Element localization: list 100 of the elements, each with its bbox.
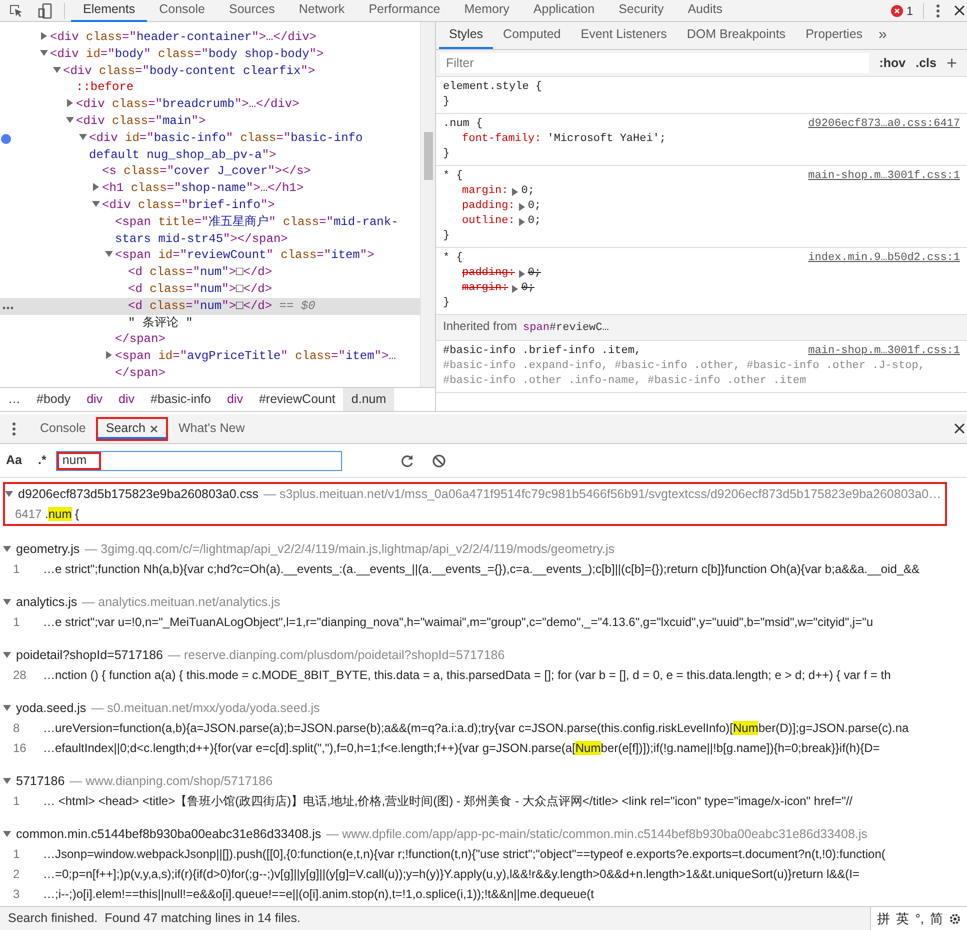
panel-tab[interactable]: Network bbox=[286, 0, 357, 22]
breadcrumb-item[interactable]: #reviewCount bbox=[250, 388, 344, 411]
dom-node[interactable]: <s class="cover J_cover"></s> bbox=[0, 163, 420, 180]
result-line[interactable]: 2 …=0;p=n[f++];)p(v,y,a,s);if(r){if(d>0)for(;g--;)v[g]||y[g]||(y[g]=V.call(u));y=h(y)}Y.apply(u,y),l&&!r&&y.length>0&&d+n.length>1&&t.uniqueSort(u)}return l&&(I= bbox=[3, 864, 886, 884]
breadcrumb-item[interactable]: div bbox=[110, 388, 143, 411]
file-name[interactable]: common.min.c5144bef8b930ba00eabc31e86d33408.js bbox=[16, 824, 322, 844]
expand-arrow-icon[interactable] bbox=[3, 598, 11, 606]
panel-tab[interactable]: Elements bbox=[71, 0, 148, 22]
result-line[interactable]: 8 …ureVersion=function(a,b){a=JSON.parse(a);b=JSON.parse(b);a&&(m=q?a.i:a.d);try{var c=JSON.parse(this.config.riskLevelInfo)[Number(D)];g=JSON.parse(c).na bbox=[3, 718, 909, 738]
css-property-value[interactable]: 'Microsoft YaHei'; bbox=[547, 132, 666, 147]
result-line[interactable]: 28 …nction () { function a(a) { this.mode = c.MODE_8BIT_BYTE, this.data = a, this.parsedData = []; for (var b = [], d = 0, e = this.data.length; e > d; d++) { var f = th bbox=[3, 665, 891, 685]
panel-tab[interactable]: Security bbox=[606, 0, 676, 22]
css-property-name[interactable]: outline: bbox=[462, 214, 515, 229]
dom-node[interactable]: " 条评论 " bbox=[0, 314, 420, 332]
panel-tab[interactable]: Memory bbox=[452, 0, 522, 22]
expand-arrow-icon[interactable] bbox=[40, 48, 48, 57]
source-link[interactable]: index.min.9…b50d2.css:1 bbox=[808, 251, 960, 266]
expand-arrow-icon[interactable] bbox=[3, 651, 11, 659]
breadcrumb-item[interactable]: d.num bbox=[343, 388, 394, 411]
expand-arrow-icon[interactable] bbox=[66, 99, 74, 108]
toggle-button[interactable]: .cls bbox=[916, 54, 936, 72]
dom-node[interactable]: <span id="avgPriceTitle" class="item">… </span> bbox=[0, 348, 420, 382]
file-name[interactable]: poidetail?shopId=5717186 bbox=[16, 646, 164, 664]
scrollbar[interactable] bbox=[420, 22, 435, 388]
expand-arrow-icon[interactable] bbox=[518, 202, 525, 210]
drawer-tab[interactable]: Search bbox=[96, 416, 168, 440]
settings-icon[interactable] bbox=[949, 912, 961, 924]
css-property-value[interactable]: 0; bbox=[521, 281, 534, 296]
dom-node[interactable]: <div class="main"> bbox=[0, 112, 420, 130]
expand-arrow-icon[interactable] bbox=[518, 270, 525, 278]
ime-button[interactable]: 英 bbox=[896, 908, 910, 928]
dom-node[interactable]: <div id="basic-info" class="basic-info default nug_shop_ab_pv-a"> bbox=[0, 130, 420, 164]
breadcrumb-item[interactable]: #basic-info bbox=[142, 388, 219, 411]
refresh-icon[interactable] bbox=[400, 454, 414, 468]
result-line[interactable]: 6417 .num { bbox=[5, 504, 942, 524]
regex-button[interactable]: .* bbox=[38, 451, 46, 470]
sidebar-tab[interactable]: Event Listeners bbox=[570, 22, 677, 49]
dom-node[interactable]: <d class="num">□</d> == $0 bbox=[0, 298, 420, 315]
breadcrumb-item[interactable]: div bbox=[78, 388, 111, 411]
source-link[interactable]: d9206ecf873…a0.css:6417 bbox=[808, 117, 960, 132]
error-counter[interactable]: 1 bbox=[891, 2, 913, 20]
css-property-name[interactable]: margin: bbox=[462, 184, 508, 199]
result-line[interactable]: 3 …;i--;)o[i].elem!==this||null!=e&&o[i].queue!==e||(o[i].anim.stop(n),t=!1,o.splice(i,1));!t&&n||me.dequeue(t bbox=[3, 884, 886, 904]
source-link[interactable]: main-shop.m…3001f.css:1 bbox=[808, 169, 960, 184]
result-line[interactable]: 16 …efaultIndex||0;d<c.length;d++){for(var e=c[d].split(","),f=0,h=1;f<e.length;f++){var g=JSON.parse(a[Number(e[f])]);if(!g.name||!b[g.name]){h=0;break}}if(h){D= bbox=[3, 738, 909, 758]
drawer-tab[interactable]: Console bbox=[30, 416, 96, 440]
expand-arrow-icon[interactable] bbox=[3, 777, 11, 785]
expand-arrow-icon[interactable] bbox=[105, 250, 113, 258]
ime-button[interactable]: 拼 bbox=[877, 908, 890, 928]
panel-tab[interactable]: Application bbox=[521, 0, 607, 22]
file-name[interactable]: 5717186 bbox=[16, 772, 65, 790]
element-link[interactable]: span#reviewC… bbox=[523, 321, 609, 336]
expand-arrow-icon[interactable] bbox=[92, 200, 100, 208]
clear-icon[interactable] bbox=[432, 454, 446, 468]
result-line[interactable]: 1 …e strict";function Nh(a,b){var c;hd?c=Oh(a).__events_:(a.__events_||(a.__events_={}),c=a.__events_);c[b]||(c[b]={});return c[b]}function Oh(a){var b;a&&a.__oid_&& bbox=[3, 559, 920, 579]
sidebar-tab[interactable]: DOM Breakpoints bbox=[676, 22, 796, 49]
match-case-button[interactable]: Aa bbox=[6, 451, 22, 470]
drawer-tab[interactable]: What's New bbox=[168, 416, 255, 440]
breadcrumb-item[interactable]: #body bbox=[28, 388, 79, 411]
device-icon[interactable] bbox=[38, 2, 54, 18]
close-icon[interactable] bbox=[150, 424, 158, 432]
result-line[interactable]: 1 …e strict";var u=!0,n="_MeiTuanALogObject",l=1,r="dianping_nova",h="waimai",m="group",c="demo",_="4.13.6",g="lxcuid",y="uuid",b="msid",w="cityid",j="u bbox=[3, 612, 874, 632]
more-icon[interactable] bbox=[936, 4, 940, 18]
panel-tab[interactable]: Performance bbox=[356, 0, 452, 22]
panel-tab[interactable]: Audits bbox=[676, 0, 734, 22]
expand-arrow-icon[interactable] bbox=[40, 32, 48, 40]
panel-tab[interactable]: Console bbox=[147, 0, 217, 22]
more-icon[interactable] bbox=[2, 306, 14, 310]
breadcrumb-item[interactable]: div bbox=[218, 388, 251, 411]
expand-arrow-icon[interactable] bbox=[66, 116, 74, 124]
expand-arrow-icon[interactable] bbox=[53, 66, 61, 74]
css-property-name[interactable]: padding: bbox=[462, 199, 515, 214]
expand-arrow-icon[interactable] bbox=[79, 132, 87, 141]
dom-node[interactable]: ::before bbox=[0, 79, 420, 96]
sidebar-tab[interactable]: Properties bbox=[796, 22, 873, 49]
expand-arrow-icon[interactable] bbox=[511, 284, 518, 292]
dom-node[interactable]: <div id="body" class="body shop-body"> bbox=[0, 46, 420, 63]
dom-node[interactable]: <div class="body-content clearfix"> bbox=[0, 62, 420, 80]
dom-node[interactable]: <div class="brief-info"> bbox=[0, 196, 420, 214]
result-line[interactable]: 1 … <html> <head> <title>【鲁班小馆(政四街店)】电话,地址,价格,营业时间(图) - 郑州美食 - 大众点评网</title> <link rel="icon" type="image/x-icon" href="// bbox=[3, 791, 853, 811]
css-property-name[interactable]: padding: bbox=[462, 266, 515, 281]
search-field[interactable]: num bbox=[56, 450, 342, 470]
css-property-value[interactable]: 0; bbox=[521, 184, 534, 199]
breadcrumb-item[interactable]: … bbox=[0, 388, 28, 411]
file-name[interactable]: yoda.seed.js bbox=[16, 698, 86, 718]
expand-arrow-icon[interactable] bbox=[105, 351, 113, 360]
source-link[interactable]: main-shop.m…3001f.css:1 bbox=[808, 344, 960, 359]
dom-node[interactable]: <span id="reviewCount" class="item"> bbox=[0, 247, 420, 264]
file-name[interactable]: d9206ecf873d5b175823e9ba260803a0.css bbox=[18, 484, 259, 504]
css-property-value[interactable]: 0; bbox=[528, 199, 542, 214]
file-name[interactable]: analytics.js bbox=[16, 592, 78, 612]
css-property-name[interactable]: margin: bbox=[462, 281, 508, 296]
dom-node[interactable]: <d class="num">□</d> bbox=[0, 264, 420, 281]
expand-arrow-icon[interactable] bbox=[5, 490, 13, 498]
inspect-icon[interactable] bbox=[8, 2, 24, 18]
panel-tab[interactable]: Sources bbox=[216, 0, 287, 22]
expand-arrow-icon[interactable] bbox=[92, 183, 100, 192]
close-icon[interactable] bbox=[954, 423, 965, 434]
result-line[interactable]: 1 …Jsonp=window.webpackJsonp||[]).push([[0],{0:function(e,t,n){var r;!function(t,n){"use strict";"object"==typeof e.exports?e.exports=t.document?n(t,!0):function( bbox=[3, 844, 886, 864]
ime-button[interactable]: °, bbox=[915, 908, 924, 928]
